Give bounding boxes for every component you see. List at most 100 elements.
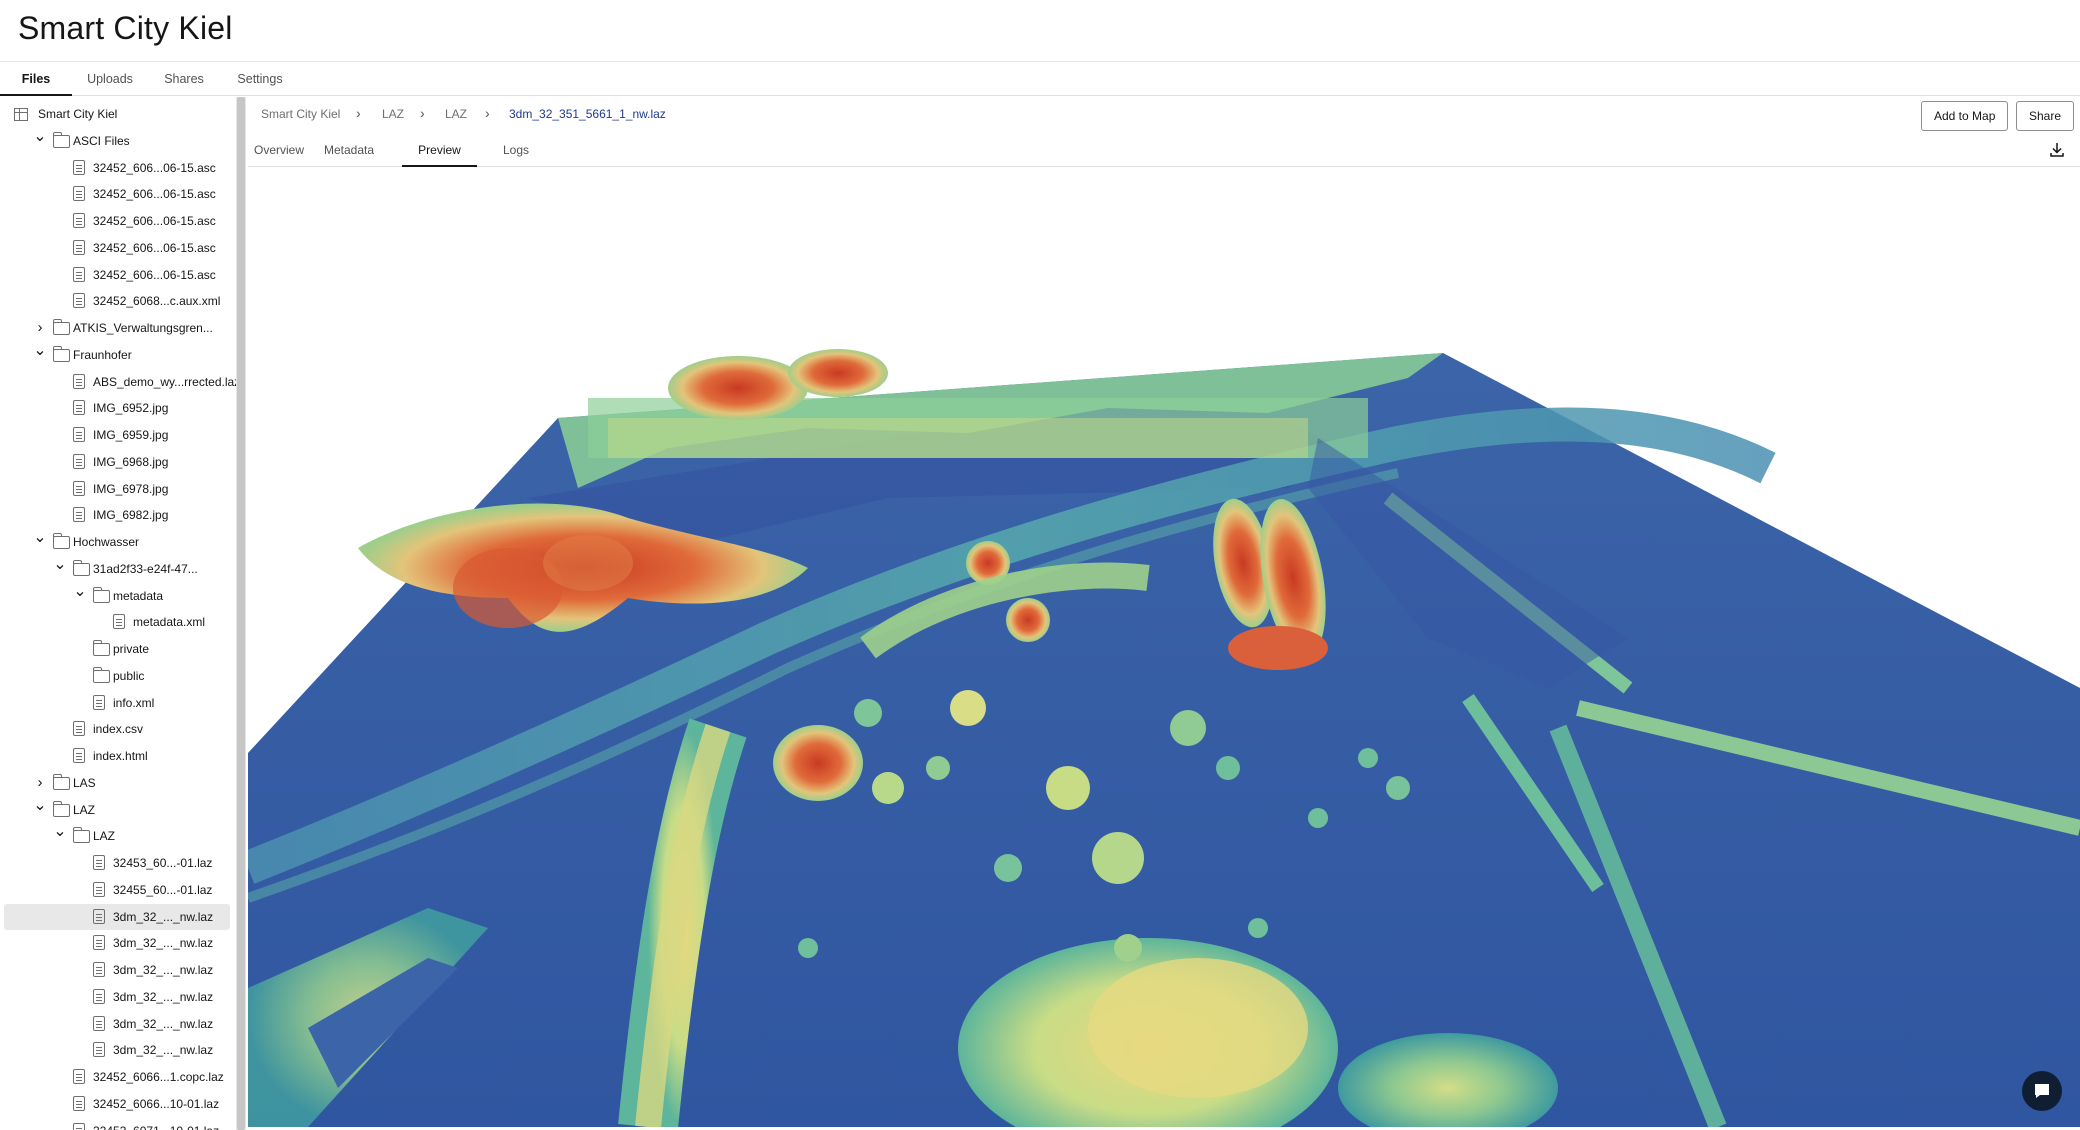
tree-item-label: IMG_6968.jpg	[93, 454, 169, 469]
file-icon	[73, 239, 85, 255]
chevron-right-icon: ›	[485, 105, 490, 121]
tree-item-label: index.csv	[93, 722, 144, 737]
tree-item-32452-606-06-15-asc[interactable]: 32452_606...06-15.asc	[4, 262, 230, 288]
tree-item-fraunhofer[interactable]: ⌄ Fraunhofer	[4, 342, 230, 368]
download-icon[interactable]	[2048, 141, 2066, 159]
tree-item-label: LAS	[73, 775, 96, 790]
tree-item-32452-6066-1-copc-laz[interactable]: 32452_6066...1.copc.laz	[4, 1064, 230, 1090]
tree-item-public[interactable]: public	[4, 663, 230, 689]
share-button[interactable]: Share	[2016, 101, 2075, 131]
tree-item-label: 32452_606...06-15.asc	[93, 214, 216, 228]
file-icon	[93, 988, 105, 1004]
point-cloud-viewer[interactable]	[248, 168, 2080, 1127]
tree-item-32455-60-01-laz[interactable]: 32455_60...-01.laz	[4, 877, 230, 903]
chevron-down-icon[interactable]: ⌄	[32, 529, 48, 555]
tree-item-31ad2f33-e24f-47[interactable]: ⌄ 31ad2f33-e24f-47...	[4, 556, 230, 582]
tree-item-las[interactable]: › LAS	[4, 770, 230, 796]
file-icon	[93, 962, 105, 977]
tab-preview[interactable]: Preview	[402, 133, 477, 167]
tree-item-3dm-32-nw-laz[interactable]: 3dm_32_..._nw.laz	[4, 903, 230, 930]
tree-item-label: 3dm_32_..._nw.laz	[113, 936, 214, 951]
folder-icon	[52, 131, 70, 148]
folder-icon	[52, 345, 70, 362]
tree-item-label: 32453_60...-01.laz	[113, 856, 213, 870]
tab-logs[interactable]: Logs	[486, 133, 546, 167]
tree-item-img-6968-jpg[interactable]: IMG_6968.jpg	[4, 449, 230, 475]
tree-item-label: ASCI Files	[73, 133, 130, 148]
file-icon	[73, 721, 85, 737]
chevron-down-icon[interactable]: ⌄	[32, 128, 48, 154]
sidebar-scrollbar[interactable]	[236, 97, 246, 1130]
tree-item-laz[interactable]: ⌄ LAZ	[4, 797, 230, 823]
tree-item-img-6978-jpg[interactable]: IMG_6978.jpg	[4, 476, 230, 502]
tree-item-label: 32452_606...06-15.asc	[93, 240, 216, 255]
breadcrumb-item-laz-sub[interactable]: LAZ	[445, 107, 467, 121]
tree-item-3dm-32-nw-laz[interactable]: 3dm_32_..._nw.laz	[4, 930, 230, 956]
file-icon	[73, 266, 85, 282]
sidebar-scrollbar-thumb[interactable]	[237, 97, 245, 1130]
add-to-map-button[interactable]: Add to Map	[1921, 101, 2009, 131]
tree-item-32452-6068-c-aux-xml[interactable]: 32452_6068...c.aux.xml	[4, 288, 230, 314]
chevron-down-icon[interactable]: ⌄	[32, 342, 48, 368]
detail-tabs: Overview Metadata Preview Logs	[248, 133, 2080, 167]
breadcrumb-item-root[interactable]: Smart City Kiel	[261, 107, 340, 121]
chevron-right-icon[interactable]: ›	[32, 315, 48, 341]
file-icon	[73, 748, 85, 763]
tree-item-32452-606-06-15-asc[interactable]: 32452_606...06-15.asc	[4, 155, 230, 181]
tree-item-info-xml[interactable]: info.xml	[4, 690, 230, 716]
file-icon	[73, 1069, 85, 1084]
chevron-down-icon[interactable]: ⌄	[32, 797, 48, 823]
tree-item-label: metadata.xml	[133, 615, 206, 630]
tree-item-32452-606-06-15-asc[interactable]: 32452_606...06-15.asc	[4, 208, 230, 234]
tree-item-32452-606-06-15-asc[interactable]: 32452_606...06-15.asc	[4, 235, 230, 261]
tree-item-3dm-32-nw-laz[interactable]: 3dm_32_..._nw.laz	[4, 957, 230, 983]
tab-files[interactable]: Files	[0, 62, 72, 96]
tree-item-img-6952-jpg[interactable]: IMG_6952.jpg	[4, 395, 230, 421]
tree-item-index-html[interactable]: index.html	[4, 743, 230, 769]
tree-item-3dm-32-nw-laz[interactable]: 3dm_32_..._nw.laz	[4, 1011, 230, 1037]
tree-item-label: 3dm_32_..._nw.laz	[113, 963, 214, 977]
tree-item-32452-6066-10-01-laz[interactable]: 32452_6066...10-01.laz	[4, 1091, 230, 1117]
tree-item-3dm-32-nw-laz[interactable]: 3dm_32_..._nw.laz	[4, 1037, 230, 1063]
tree-item-laz[interactable]: ⌄ LAZ	[4, 823, 230, 849]
tree-item-label: metadata	[113, 588, 164, 603]
chevron-down-icon[interactable]: ⌄	[72, 583, 88, 609]
breadcrumb-item-laz[interactable]: LAZ	[382, 107, 404, 121]
tab-uploads[interactable]: Uploads	[76, 62, 144, 96]
project-icon	[14, 108, 28, 121]
tree-item-32453-6071-10-01-laz[interactable]: 32453_6071...10-01.laz	[4, 1118, 230, 1130]
file-icon	[73, 186, 85, 202]
file-icon	[73, 400, 85, 416]
tree-item-label: 32452_606...06-15.asc	[93, 160, 216, 175]
tree-item-metadata-xml[interactable]: metadata.xml	[4, 609, 230, 635]
tree-item-label: Fraunhofer	[73, 347, 132, 362]
tree-item-abs-demo-wy-rrected-laz[interactable]: ABS_demo_wy...rrected.laz	[4, 369, 236, 395]
tab-settings[interactable]: Settings	[226, 62, 294, 96]
chevron-down-icon[interactable]: ⌄	[52, 823, 68, 849]
chevron-down-icon[interactable]: ⌄	[52, 556, 68, 582]
tab-metadata[interactable]: Metadata	[316, 133, 382, 167]
tree-item-img-6982-jpg[interactable]: IMG_6982.jpg	[4, 502, 230, 528]
folder-icon	[72, 559, 90, 576]
tree-item-label: 32452_6066...10-01.laz	[93, 1096, 220, 1111]
tree-item-atkis-verwaltungsgren[interactable]: › ATKIS_Verwaltungsgren...	[4, 315, 230, 341]
tree-item-label: 32455_60...-01.laz	[113, 882, 213, 897]
file-icon	[73, 293, 85, 309]
chevron-right-icon[interactable]: ›	[32, 770, 48, 796]
tree-item-private[interactable]: private	[4, 636, 230, 662]
tree-item-32453-60-01-laz[interactable]: 32453_60...-01.laz	[4, 850, 230, 876]
file-icon	[93, 694, 105, 710]
tab-shares[interactable]: Shares	[152, 62, 216, 96]
tab-overview[interactable]: Overview	[248, 133, 310, 167]
tree-item-hochwasser[interactable]: ⌄ Hochwasser	[4, 529, 230, 555]
tree-item-root[interactable]: Smart City Kiel	[4, 101, 230, 127]
tree-item-metadata[interactable]: ⌄ metadata	[4, 583, 230, 609]
tree-item-32452-606-06-15-asc[interactable]: 32452_606...06-15.asc	[4, 181, 230, 207]
chat-icon	[2035, 1084, 2049, 1098]
tree-item-img-6959-jpg[interactable]: IMG_6959.jpg	[4, 422, 230, 448]
tree-item-3dm-32-nw-laz[interactable]: 3dm_32_..._nw.laz	[4, 984, 230, 1010]
tree-item-asci-files[interactable]: ⌄ ASCI Files	[4, 128, 230, 154]
chat-button[interactable]	[2022, 1071, 2062, 1111]
point-cloud-canvas[interactable]	[248, 168, 2080, 1127]
tree-item-index-csv[interactable]: index.csv	[4, 716, 230, 742]
